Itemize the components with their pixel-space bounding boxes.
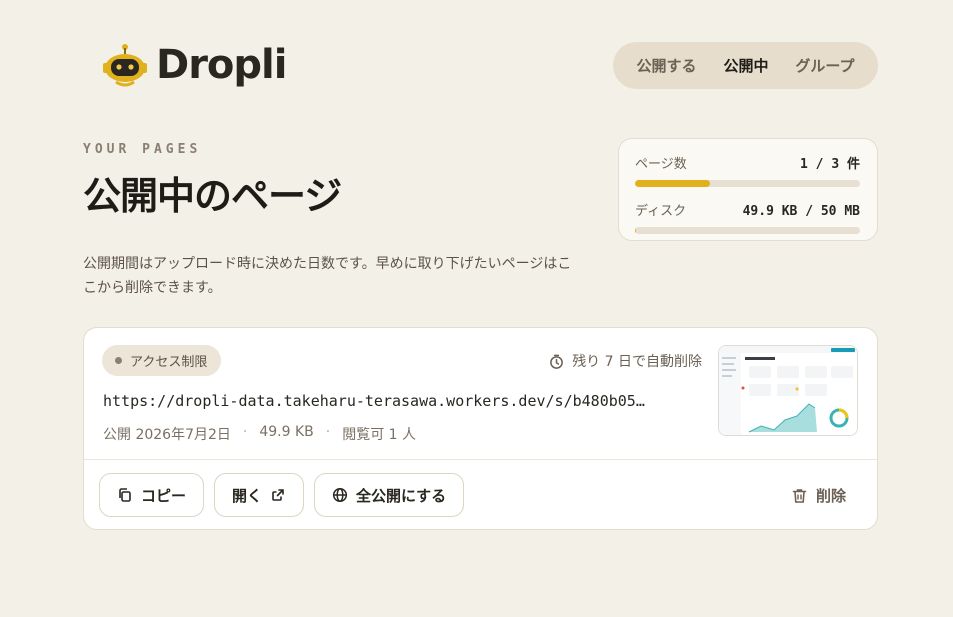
published-date: 公開 2026年7月2日 <box>103 427 231 443</box>
remaining-text: 残り 7 日で自動削除 <box>572 354 702 370</box>
delete-button-label: 削除 <box>815 487 846 505</box>
section-eyebrow: YOUR PAGES <box>83 142 202 157</box>
brand-logo[interactable]: Dropli <box>100 40 287 90</box>
thumbnail-preview-image <box>719 346 857 435</box>
badge-label: アクセス制限 <box>130 355 208 370</box>
trash-icon <box>792 488 807 503</box>
open-button-label: 開く <box>232 487 263 505</box>
published-page-card: アクセス制限 残り 7 日で自動削除 https://dropli-data.t… <box>83 327 878 530</box>
nav-item-groups[interactable]: グループ <box>795 55 854 76</box>
remaining-time: 残り 7 日で自動削除 <box>549 351 702 371</box>
page-description: 公開期間はアップロード時に決めた日数です。早めに取り下げたいページはここから削除… <box>83 256 572 296</box>
copy-button[interactable]: コピー <box>99 473 205 517</box>
publish-all-button[interactable]: 全公開にする <box>314 473 465 517</box>
globe-icon <box>332 487 348 503</box>
status-dot-icon <box>115 357 122 364</box>
access-restricted-badge: アクセス制限 <box>102 345 222 376</box>
disk-usage-label: ディスク <box>635 204 687 219</box>
nav-item-published[interactable]: 公開中 <box>723 55 768 76</box>
open-button[interactable]: 開く <box>214 473 305 517</box>
page-thumbnail[interactable] <box>718 345 858 436</box>
pages-usage-fill <box>635 180 710 187</box>
copy-button-label: コピー <box>141 487 187 505</box>
pages-count-label: ページ数 <box>635 157 687 172</box>
page-url[interactable]: https://dropli-data.takeharu-terasawa.wo… <box>103 392 703 410</box>
pages-usage-bar <box>635 180 860 187</box>
file-size: 49.9 KB <box>259 424 314 440</box>
card-divider <box>84 459 877 460</box>
external-link-icon <box>272 489 284 501</box>
viewer-count: 閲覧可 1 人 <box>342 427 417 443</box>
delete-button[interactable]: 削除 <box>792 485 846 506</box>
meta-separator: · <box>242 424 248 440</box>
robot-mascot-icon <box>103 44 147 87</box>
page-meta: 公開 2026年7月2日 · 49.9 KB · 閲覧可 1 人 <box>103 424 416 444</box>
publish-all-button-label: 全公開にする <box>356 487 447 505</box>
card-actions: コピー 開く 全公開にする <box>99 473 465 517</box>
disk-usage-value: 49.9 KB / 50 MB <box>742 204 860 219</box>
page-title: 公開中のページ <box>83 174 342 218</box>
copy-icon <box>119 488 131 502</box>
disk-usage-bar <box>635 227 860 234</box>
clock-icon <box>550 354 564 369</box>
nav-item-publish[interactable]: 公開する <box>636 55 696 76</box>
brand-name: Dropli <box>156 42 287 88</box>
meta-separator: · <box>325 424 331 440</box>
usage-stats-panel: ページ数 1 / 3 件 ディスク 49.9 KB / 50 MB <box>618 138 878 241</box>
top-nav: 公開する 公開中 グループ <box>613 42 878 89</box>
pages-count-value: 1 / 3 件 <box>800 157 860 172</box>
